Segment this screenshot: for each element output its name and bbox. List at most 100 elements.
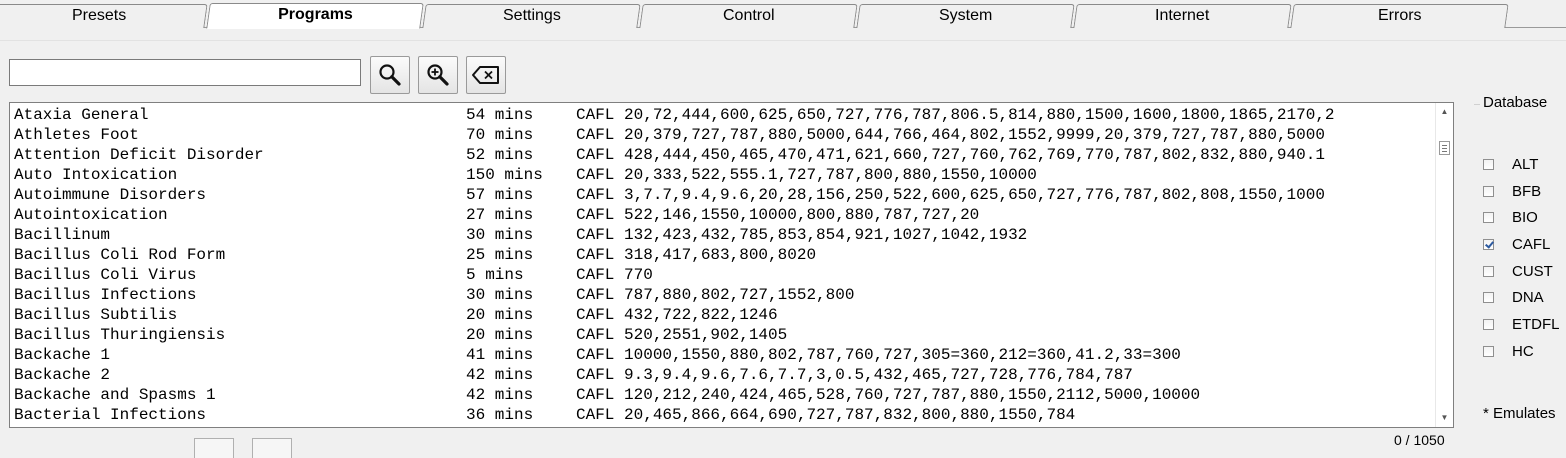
program-frequencies: CAFL 520,2551,902,1405 (576, 326, 788, 344)
emulates-note: * Emulates (1483, 405, 1556, 422)
program-frequencies: CAFL 20,333,522,555.1,727,787,800,880,15… (576, 166, 1037, 184)
group-border (1474, 104, 1480, 105)
vertical-scrollbar[interactable]: ▲ ▼ (1435, 103, 1453, 427)
scroll-thumb[interactable] (1439, 141, 1450, 155)
program-list[interactable]: Ataxia General 54 mins CAFL 20,72,444,600,… (9, 102, 1454, 428)
list-item[interactable]: Attention Deficit Disorder 52 mins CAFL 42… (14, 145, 1434, 165)
checkbox-icon[interactable] (1483, 346, 1494, 357)
program-frequencies: CAFL 522,146,1550,10000,800,880,787,727,… (576, 206, 980, 224)
program-duration: 42 mins (466, 386, 534, 404)
program-name: Bacillus Coli Virus (14, 266, 197, 284)
program-name: Bacillus Subtilis (14, 306, 178, 324)
program-name: Bacillinum (14, 226, 111, 244)
program-frequencies: CAFL 10000,1550,880,802,787,760,727,305=… (576, 346, 1181, 364)
program-duration: 30 mins (466, 286, 534, 304)
database-label: CAFL (1512, 236, 1551, 253)
database-panel: Database ALT BFB BIO CAFL CUST DNA ETDFL HC * E… (1474, 94, 1566, 434)
tab-bar: Presets Programs Settings Control System… (0, 0, 1566, 29)
program-frequencies: CAFL 428,444,450,465,470,471,621,660,727… (576, 146, 1325, 164)
program-frequencies: CAFL 20,379,727,787,880,5000,644,766,464… (576, 126, 1325, 144)
program-frequencies: CAFL 787,880,802,727,1552,800 (576, 286, 855, 304)
list-item[interactable]: Backache and Spasms 1 42 mins CAFL 120,212… (14, 385, 1434, 405)
program-duration: 150 mins (466, 166, 543, 184)
list-item[interactable]: Bacillinum 30 mins CAFL 132,423,432,785,85… (14, 225, 1434, 245)
program-duration: 5 mins (466, 266, 524, 284)
program-name: Bacillus Coli Rod Form (14, 246, 226, 264)
tab-settings[interactable]: Settings (422, 4, 641, 28)
program-name: Ataxia General (14, 106, 149, 124)
content-separator (0, 40, 1566, 41)
checkbox-icon[interactable] (1483, 266, 1494, 277)
search-button[interactable] (370, 56, 410, 94)
tab-internet[interactable]: Internet (1073, 4, 1292, 28)
checkbox-icon[interactable] (1483, 239, 1494, 250)
bottom-button-1[interactable] (194, 438, 234, 458)
list-item[interactable]: Bacillus Subtilis 20 mins CAFL 432,722,822… (14, 305, 1434, 325)
tab-presets[interactable]: Presets (0, 4, 208, 28)
program-duration: 52 mins (466, 146, 534, 164)
scroll-down-icon[interactable]: ▼ (1436, 411, 1453, 425)
program-duration: 27 mins (466, 206, 534, 224)
program-duration: 54 mins (466, 106, 534, 124)
program-duration: 42 mins (466, 366, 534, 384)
program-duration: 36 mins (466, 406, 534, 424)
program-name: Autointoxication (14, 206, 168, 224)
list-item[interactable]: Auto Intoxication 150 mins CAFL 20,333,522… (14, 165, 1434, 185)
program-name: Athletes Foot (14, 126, 139, 144)
zoom-search-button[interactable] (418, 56, 458, 94)
program-frequencies: CAFL 20,465,866,664,690,727,787,832,800,… (576, 406, 1076, 424)
program-name: Autoimmune Disorders (14, 186, 207, 204)
program-name: Backache 2 (14, 366, 111, 384)
tab-system[interactable]: System (856, 4, 1075, 28)
zoom-in-icon (427, 64, 449, 86)
checkbox-icon[interactable] (1483, 186, 1494, 197)
program-name: Attention Deficit Disorder (14, 146, 264, 164)
program-duration: 70 mins (466, 126, 534, 144)
list-item[interactable]: Bacillus Thuringiensis 20 mins CAFL 520,25… (14, 325, 1434, 345)
list-item[interactable]: Ataxia General 54 mins CAFL 20,72,444,600,… (14, 105, 1434, 125)
list-item[interactable]: Bacillus Infections 30 mins CAFL 787,880,8… (14, 285, 1434, 305)
program-counter: 0 / 1050 (1394, 432, 1445, 448)
checkbox-icon[interactable] (1483, 292, 1494, 303)
tab-errors[interactable]: Errors (1290, 4, 1509, 28)
list-item[interactable]: Bacillus Coli Rod Form 25 mins CAFL 318,41… (14, 245, 1434, 265)
list-item[interactable]: Autointoxication 27 mins CAFL 522,146,1550… (14, 205, 1434, 225)
list-item[interactable]: Autoimmune Disorders 57 mins CAFL 3,7.7,9.… (14, 185, 1434, 205)
program-frequencies: CAFL 318,417,683,800,8020 (576, 246, 817, 264)
program-frequencies: CAFL 9.3,9.4,9.6,7.6,7.7,3,0.5,432,465,7… (576, 366, 1133, 384)
program-duration: 30 mins (466, 226, 534, 244)
program-frequencies: CAFL 770 (576, 266, 653, 284)
bottom-button-2[interactable] (252, 438, 292, 458)
list-item[interactable]: Bacillus Coli Virus 5 mins CAFL 770 (14, 265, 1434, 285)
clear-search-button[interactable] (466, 56, 506, 94)
checkbox-icon[interactable] (1483, 159, 1494, 170)
list-item[interactable]: Backache 2 42 mins CAFL 9.3,9.4,9.6,7.6,7.… (14, 365, 1434, 385)
program-name: Backache 1 (14, 346, 111, 364)
list-item[interactable]: Athletes Foot 70 mins CAFL 20,379,727,787,… (14, 125, 1434, 145)
program-frequencies: CAFL 3,7.7,9.4,9.6,20,28,156,250,522,600… (576, 186, 1325, 204)
search-input[interactable] (9, 59, 361, 86)
program-frequencies: CAFL 20,72,444,600,625,650,727,776,787,8… (576, 106, 1335, 124)
tab-control[interactable]: Control (639, 4, 858, 28)
database-label: ALT (1512, 156, 1539, 173)
database-label: ETDFL (1512, 316, 1560, 333)
scroll-up-icon[interactable]: ▲ (1436, 105, 1453, 119)
database-label: BIO (1512, 209, 1538, 226)
list-item[interactable]: Bacterial Infections 36 mins CAFL 20,465,8… (14, 405, 1434, 425)
backspace-clear-icon (472, 66, 499, 84)
tab-programs[interactable]: Programs (206, 3, 424, 29)
list-item[interactable]: Backache 1 41 mins CAFL 10000,1550,880,802… (14, 345, 1434, 365)
program-frequencies: CAFL 120,212,240,424,465,528,760,727,787… (576, 386, 1201, 404)
program-frequencies: CAFL 432,722,822,1246 (576, 306, 778, 324)
database-label: DNA (1512, 289, 1544, 306)
database-title: Database (1483, 94, 1548, 111)
program-name: Bacterial Infections (14, 406, 207, 424)
database-label: BFB (1512, 183, 1542, 200)
database-label: CUST (1512, 263, 1553, 280)
program-frequencies: CAFL 132,423,432,785,853,854,921,1027,10… (576, 226, 1028, 244)
program-name: Backache and Spasms 1 (14, 386, 216, 404)
checkbox-icon[interactable] (1483, 212, 1494, 223)
program-name: Bacillus Thuringiensis (14, 326, 226, 344)
program-duration: 20 mins (466, 306, 534, 324)
checkbox-icon[interactable] (1483, 319, 1494, 330)
